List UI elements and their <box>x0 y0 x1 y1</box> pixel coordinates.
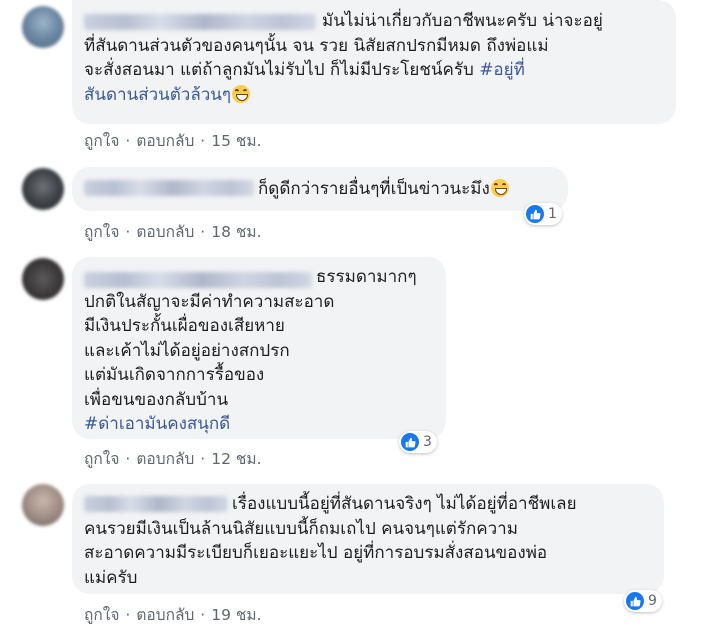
timestamp[interactable]: 18 ชม. <box>211 223 261 241</box>
reaction-badge[interactable]: 3 <box>399 431 437 453</box>
reply-button[interactable]: ตอบกลับ <box>136 132 194 150</box>
avatar[interactable] <box>22 6 64 48</box>
comment-text: มันไม่น่าเกี่ยวกับอาชีพนะครับ น่าจะอยู่ … <box>84 11 603 105</box>
hashtag-link[interactable]: สันดานส่วนตัวล้วนๆ <box>84 85 231 105</box>
comment-text: ก็ดูดีกว่ารายอื่นๆที่เป็นข่าวนะมึง <box>258 177 509 202</box>
separator: · <box>200 223 206 241</box>
thumbs-up-icon <box>401 433 419 451</box>
separator: · <box>125 450 131 468</box>
reply-button[interactable]: ตอบกลับ <box>136 223 194 241</box>
avatar[interactable] <box>22 484 64 526</box>
comment-actions: ถูกใจ · ตอบกลับ · 15 ชม. <box>84 128 262 153</box>
comment-actions: ถูกใจ · ตอบกลับ · 12 ชม. <box>84 446 262 471</box>
separator: · <box>200 606 206 624</box>
like-button[interactable]: ถูกใจ <box>84 223 119 241</box>
reply-button[interactable]: ตอบกลับ <box>136 606 194 624</box>
reaction-badge[interactable]: 1 <box>524 203 562 225</box>
commenter-name[interactable] <box>84 180 254 196</box>
hashtag-link[interactable]: #ด่าเอามันคงสนุกดี <box>84 414 230 434</box>
separator: · <box>200 450 206 468</box>
comment-text: ธรรมดามากๆ ปกติในสัญาจะมีค่าทำความสะอาด … <box>84 267 417 434</box>
separator: · <box>125 606 131 624</box>
comment-actions: ถูกใจ · ตอบกลับ · 19 ชม. <box>84 602 262 627</box>
like-button[interactable]: ถูกใจ <box>84 132 119 150</box>
reply-button[interactable]: ตอบกลับ <box>136 450 194 468</box>
timestamp[interactable]: 19 ชม. <box>211 606 261 624</box>
comment-text: เรื่องแบบนี้อยู่ที่สันดานจริงๆ ไม่ได้อยู… <box>84 494 577 588</box>
hashtag-link[interactable]: #อยู่ที่ <box>479 60 525 80</box>
avatar[interactable] <box>22 258 64 300</box>
timestamp[interactable]: 12 ชม. <box>211 450 261 468</box>
reaction-count: 1 <box>548 206 557 222</box>
like-button[interactable]: ถูกใจ <box>84 606 119 624</box>
thumbs-up-icon <box>626 592 644 610</box>
reaction-badge[interactable]: 9 <box>624 590 662 612</box>
separator: · <box>125 132 131 150</box>
reaction-count: 3 <box>423 434 432 450</box>
grinning-emoji-icon <box>490 179 509 197</box>
thumbs-up-icon <box>526 205 544 223</box>
separator: · <box>200 132 206 150</box>
separator: · <box>125 223 131 241</box>
timestamp[interactable]: 15 ชม. <box>211 132 261 150</box>
grinning-emoji-icon <box>232 84 251 103</box>
avatar[interactable] <box>22 168 64 210</box>
reaction-count: 9 <box>648 593 657 609</box>
comment-actions: ถูกใจ · ตอบกลับ · 18 ชม. <box>84 219 262 244</box>
like-button[interactable]: ถูกใจ <box>84 450 119 468</box>
